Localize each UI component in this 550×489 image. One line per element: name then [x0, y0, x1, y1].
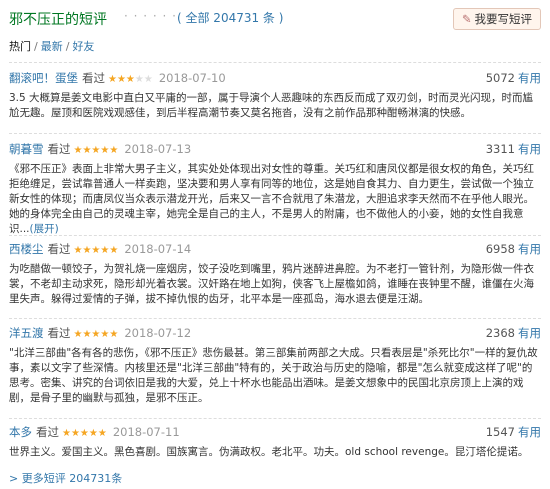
review-author[interactable]: 翻滚吧！蛋堡 [9, 71, 78, 85]
divider [9, 62, 541, 63]
review-author[interactable]: 西楼尘 [9, 242, 44, 256]
review-item: 翻滚吧！蛋堡 看过 ★★★★★ 2018-07-10 5072 有用 3.5 大概算是姜… [9, 70, 541, 121]
useful-button[interactable]: 有用 [518, 242, 541, 256]
review-item: 本多 看过 ★★★★★ 2018-07-11 1547 有用 世界主义。爱国主义。黑色喜… [9, 424, 541, 460]
watch-status: 看过 [82, 71, 105, 85]
divider [9, 235, 541, 236]
rating-stars: ★★★★★ [73, 145, 119, 156]
review-text: 3.5 大概算是姜文电影中直白又平庸的一部，属于导演个人恶趣味的东西反而成了双刃… [9, 92, 534, 119]
sort-tabs: 热门 / 最新 / 好友 [9, 38, 94, 54]
vote-count: 1547 [485, 425, 515, 439]
review-item: 洋五渡 看过 ★★★★★ 2018-07-12 2368 有用 "北洋三部曲"各有各的悲… [9, 325, 541, 406]
useful-button[interactable]: 有用 [518, 425, 541, 439]
rating-stars: ★★★★★ [108, 74, 153, 85]
vote-count: 6958 [485, 242, 515, 256]
section-title: 邪不压正的短评 [9, 12, 107, 28]
tab-latest[interactable]: 最新 [41, 40, 63, 53]
write-review-button[interactable]: ✎ 我要写短评 [452, 8, 541, 30]
section-header: 邪不压正的短评 · · · · · · ( 全部 204731 条 ) ✎ 我要写… [9, 8, 541, 30]
review-date: 2018-07-12 [124, 326, 192, 340]
review-item: 西楼尘 看过 ★★★★★ 2018-07-14 6958 有用 为吃醋做一顿饺子，为贺礼… [9, 241, 541, 307]
review-text: 世界主义。爱国主义。黑色喜剧。国族寓言。伪满政权。老北平。功夫。old scho… [9, 446, 529, 458]
vote-count: 2368 [485, 326, 515, 340]
review-text: "北洋三部曲"各有各的悲伤，《邪不压正》悲伤最甚。第三部集前两部之大成。只看表层… [9, 347, 538, 404]
watch-status: 看过 [47, 326, 71, 340]
review-date: 2018-07-11 [112, 425, 180, 439]
tab-separator: / [34, 40, 38, 53]
tab-hot[interactable]: 热门 [9, 40, 31, 53]
review-text: 为吃醋做一顿饺子，为贺礼烧一座烟房，饺子没吃到嘴里，鸦片迷醉进鼻腔。为不老打一管… [9, 263, 534, 305]
more-reviews-link[interactable]: > 更多短评 204731条 [9, 470, 122, 486]
review-author[interactable]: 朝暮雪 [9, 142, 44, 156]
tab-friends[interactable]: 好友 [72, 40, 94, 53]
review-date: 2018-07-10 [158, 71, 226, 85]
rating-stars: ★★★★★ [73, 329, 119, 340]
title-dots: · · · · · · [124, 9, 177, 23]
review-date: 2018-07-14 [124, 242, 192, 256]
divider [9, 318, 541, 319]
pencil-icon: ✎ [461, 12, 472, 26]
divider [9, 418, 541, 419]
useful-button[interactable]: 有用 [518, 326, 541, 340]
review-text: 《邪不压正》表面上非常大男子主义，其实处处体现出对女性的尊重。关巧红和唐凤仪都是… [9, 163, 534, 235]
useful-button[interactable]: 有用 [518, 71, 541, 85]
review-date: 2018-07-13 [124, 142, 192, 156]
watch-status: 看过 [47, 142, 71, 156]
vote-count: 3311 [485, 142, 515, 156]
useful-button[interactable]: 有用 [518, 142, 541, 156]
review-author[interactable]: 本多 [9, 425, 32, 439]
watch-status: 看过 [47, 242, 71, 256]
write-review-label: 我要写短评 [474, 12, 533, 26]
rating-stars: ★★★★★ [62, 428, 107, 439]
vote-count: 5072 [485, 71, 515, 85]
review-author[interactable]: 洋五渡 [9, 326, 44, 340]
watch-status: 看过 [36, 425, 59, 439]
tab-separator: / [65, 40, 70, 53]
rating-stars: ★★★★★ [73, 245, 119, 256]
all-reviews-count-link[interactable]: ( 全部 204731 条 ) [177, 9, 283, 26]
expand-link[interactable]: (展开) [30, 223, 59, 235]
divider [9, 133, 541, 134]
review-item: 朝暮雪 看过 ★★★★★ 2018-07-13 3311 有用 《邪不压正》表面上非常大… [9, 141, 541, 237]
